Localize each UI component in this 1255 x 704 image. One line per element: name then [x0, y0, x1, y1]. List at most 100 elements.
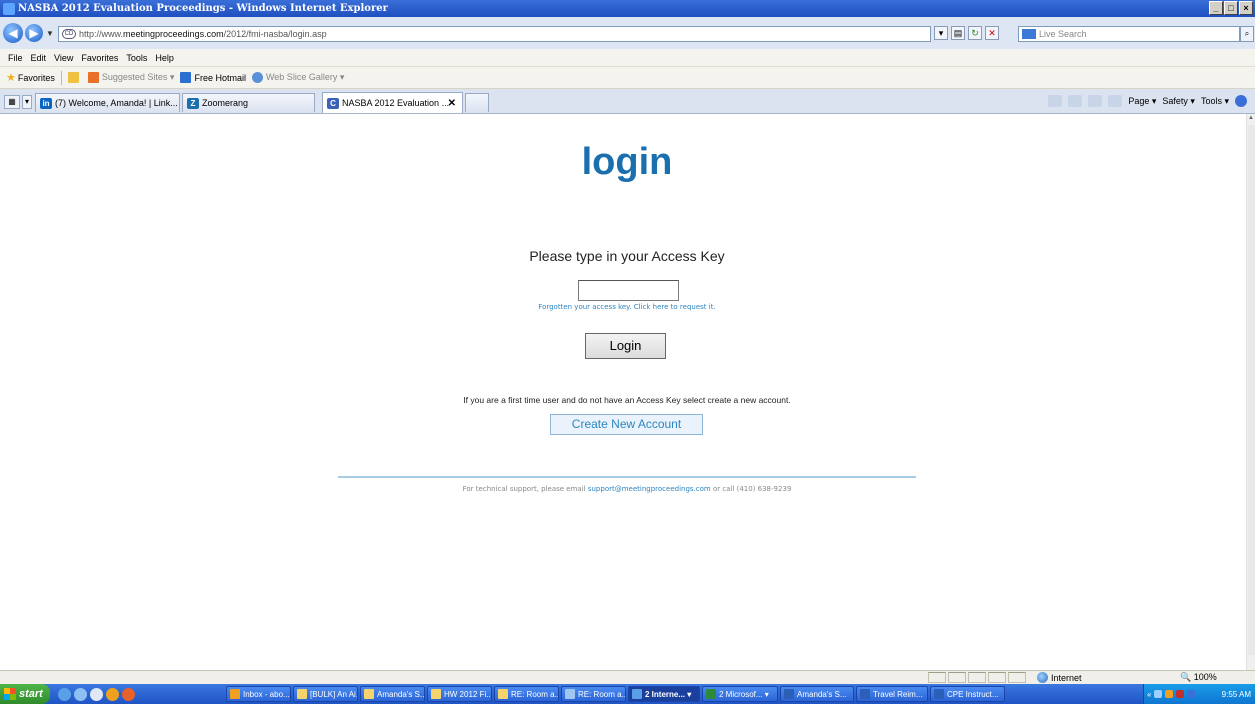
favorites-button[interactable]: ★ Favorites [6, 71, 55, 84]
access-key-input[interactable] [578, 280, 679, 301]
security-zone: Internet [1037, 671, 1082, 684]
chrome-quicklaunch-icon[interactable] [122, 687, 135, 701]
ie-icon [3, 2, 15, 15]
new-tab-button[interactable] [465, 93, 489, 112]
support-prefix: For technical support, please email [462, 485, 588, 493]
add-favorite-button[interactable] [67, 72, 82, 83]
system-tray: « 9:55 AM [1143, 684, 1255, 704]
ie-small-icon [251, 72, 263, 83]
forward-button[interactable]: ▶ [25, 24, 43, 42]
help-icon[interactable] [1235, 95, 1247, 107]
refresh-icon[interactable]: ↻ [968, 26, 982, 40]
taskbar-item-label: Inbox - abo... [243, 689, 290, 699]
mail-icon[interactable] [1088, 95, 1103, 107]
excel-icon [706, 689, 716, 699]
taskbar-item-label: 2 Microsof... ▾ [719, 689, 769, 699]
compatibility-icon[interactable]: ▤ [951, 26, 965, 40]
favorite-web-slice-gallery[interactable]: Web Slice Gallery ▾ [251, 72, 344, 83]
ie-quicklaunch-icon[interactable] [58, 687, 71, 701]
stop-icon[interactable]: ✕ [985, 26, 999, 40]
antivirus-icon[interactable] [1176, 690, 1185, 698]
taskbar-item[interactable]: 2 Interne... ▾ [628, 686, 700, 702]
star-icon: ★ [6, 72, 16, 84]
tab-list-icon[interactable]: ▾ [22, 95, 32, 109]
favorites-bar: ★ Favorites Suggested Sites ▾ Free Hotma… [0, 67, 1255, 89]
tray-expand-icon[interactable]: « [1147, 690, 1151, 699]
word-icon [934, 689, 944, 699]
status-pane [928, 672, 946, 683]
tools-menu[interactable]: Tools ▾ [1201, 96, 1229, 107]
address-bar[interactable]: CD http://www. meetingproceedings.com/201… [58, 26, 931, 42]
menu-tools[interactable]: Tools [126, 53, 147, 63]
zoom-level[interactable]: 🔍 100% [1180, 671, 1217, 684]
menu-help[interactable]: Help [155, 53, 174, 63]
tab-label: NASBA 2012 Evaluation ... [342, 98, 450, 108]
windows-flag-icon [4, 688, 16, 700]
linkedin-icon: in [40, 97, 52, 109]
tab-zoomerang[interactable]: Z Zoomerang [182, 93, 315, 112]
address-dropdown-icon[interactable]: ▾ [934, 26, 948, 40]
back-button[interactable]: ◀ [3, 23, 23, 43]
divider [338, 476, 916, 478]
favorite-suggested-sites[interactable]: Suggested Sites ▾ [87, 72, 174, 83]
outlook-tray-icon[interactable] [1165, 690, 1174, 698]
tab-linkedin[interactable]: in (7) Welcome, Amanda! | Link... [35, 93, 180, 112]
taskbar-item-label: CPE Instruct... [947, 689, 999, 699]
taskbar-item[interactable]: Inbox - abo... [226, 686, 291, 702]
explorer-quicklaunch-icon[interactable] [74, 687, 87, 701]
vertical-scrollbar[interactable]: ▲ [1246, 114, 1255, 670]
quick-tabs-icon[interactable]: ▦ [4, 95, 20, 109]
scroll-up-icon[interactable]: ▲ [1247, 114, 1255, 123]
tab-bar: ▦ ▾ in (7) Welcome, Amanda! | Link... Z … [0, 89, 1255, 114]
desktop-quicklaunch-icon[interactable] [90, 687, 103, 701]
favorite-label: Free Hotmail [194, 72, 246, 83]
status-pane [968, 672, 986, 683]
minimize-button[interactable]: _ [1209, 1, 1223, 15]
clock: 9:55 AM [1221, 689, 1251, 699]
menu-favorites[interactable]: Favorites [81, 53, 118, 63]
menu-file[interactable]: File [8, 53, 23, 63]
zoom-icon: 🔍 [1180, 672, 1192, 682]
taskbar-item[interactable]: RE: Room a... [561, 686, 626, 702]
taskbar-item[interactable]: Amanda's S... [360, 686, 425, 702]
tab-nasba[interactable]: C NASBA 2012 Evaluation ... ✕ [322, 92, 463, 113]
taskbar-item-label: Travel Reim... [873, 689, 923, 699]
address-toolbar: ◀ ▶ ▼ CD http://www. meetingproceedings.c… [0, 17, 1255, 49]
first-time-user-text: If you are a first time user and do not … [463, 395, 791, 405]
login-button[interactable]: Login [585, 333, 666, 359]
taskbar-item[interactable]: Amanda's S... [780, 686, 854, 702]
taskbar-item-label: 2 Interne... ▾ [645, 689, 692, 699]
support-email-link[interactable]: support@meetingproceedings.com [588, 485, 711, 493]
home-icon[interactable] [1048, 95, 1063, 107]
maximize-button[interactable]: □ [1224, 1, 1238, 15]
scroll-thumb[interactable] [1248, 125, 1255, 655]
print-icon[interactable] [1108, 95, 1123, 107]
taskbar-item[interactable]: 2 Microsof... ▾ [702, 686, 778, 702]
taskbar-item[interactable]: [BULK] An Ai... [293, 686, 358, 702]
menu-edit[interactable]: Edit [31, 53, 47, 63]
search-go-icon[interactable]: ⌕ [1240, 26, 1254, 42]
shield-icon[interactable] [1187, 690, 1196, 698]
close-button[interactable]: × [1239, 1, 1253, 15]
quick-launch [58, 687, 135, 701]
network-icon[interactable] [1154, 690, 1163, 698]
outlook-quicklaunch-icon[interactable] [106, 687, 119, 701]
url-protocol: http://www. [79, 29, 124, 39]
search-input[interactable]: Live Search [1018, 26, 1240, 42]
feeds-icon[interactable] [1068, 95, 1083, 107]
favorite-free-hotmail[interactable]: Free Hotmail [180, 72, 246, 83]
page-menu[interactable]: Page ▾ [1128, 96, 1156, 107]
status-pane [1008, 672, 1026, 683]
start-button[interactable]: start [0, 684, 50, 704]
menu-view[interactable]: View [54, 53, 73, 63]
taskbar-item[interactable]: RE: Room a... [494, 686, 559, 702]
create-new-account-button[interactable]: Create New Account [550, 414, 703, 435]
recent-pages-dropdown[interactable]: ▼ [46, 29, 54, 38]
safety-menu[interactable]: Safety ▾ [1162, 96, 1195, 107]
taskbar-item[interactable]: Travel Reim... [856, 686, 928, 702]
forgot-access-key-link[interactable]: Forgotten your access key. Click here to… [8, 303, 1246, 311]
ie-icon [632, 689, 642, 699]
close-tab-icon[interactable]: ✕ [448, 98, 456, 109]
taskbar-item[interactable]: CPE Instruct... [930, 686, 1005, 702]
taskbar-item[interactable]: HW 2012 Fi... [427, 686, 492, 702]
